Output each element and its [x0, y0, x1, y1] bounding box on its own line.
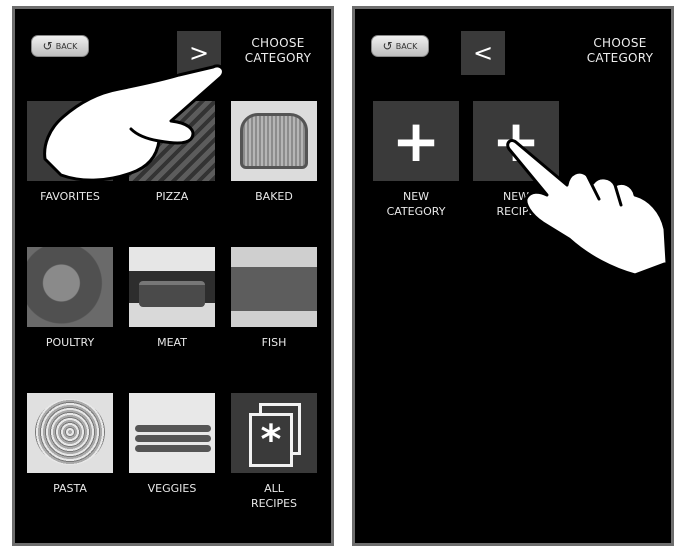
category-tile-fish[interactable]: FISH [231, 247, 317, 350]
category-label: FAVORITES [40, 190, 100, 203]
pasta-photo [27, 393, 113, 473]
category-tile-veggies[interactable]: VEGGIES [129, 393, 215, 496]
category-tile-meat[interactable]: MEAT [129, 247, 215, 350]
category-tile-favorites[interactable]: FAVORITES [27, 101, 113, 204]
new-recipe-tile[interactable]: + NEW RECIPE [473, 101, 559, 219]
category-label: PIZZA [155, 190, 189, 203]
back-button-label: BACK [55, 41, 78, 51]
left-phone-screen: ↺ BACK > CHOOSE CATEGORY FAVORITES PIZZA… [12, 6, 334, 546]
bread-photo [231, 101, 317, 181]
category-label: VEGGIES [147, 482, 197, 495]
plus-icon: + [373, 101, 459, 181]
new-category-label: NEW CATEGORY [386, 190, 446, 218]
meat-photo [129, 247, 215, 327]
category-tile-all-recipes[interactable]: * ALL RECIPES [231, 393, 317, 511]
category-label: PASTA [53, 482, 87, 495]
category-label: FISH [261, 336, 287, 349]
asparagus-photo [129, 393, 215, 473]
plus-glyph: + [491, 107, 541, 175]
favorites-photo [27, 101, 113, 181]
back-button-label: BACK [395, 41, 418, 51]
plus-glyph: + [391, 107, 441, 175]
category-tile-pizza[interactable]: PIZZA [129, 101, 215, 204]
back-button[interactable]: ↺ BACK [31, 35, 89, 57]
new-recipe-label: NEW RECIPE [496, 190, 536, 218]
fish-photo [231, 247, 317, 327]
plus-icon: + [473, 101, 559, 181]
previous-arrow-button[interactable]: < [461, 31, 505, 75]
back-button[interactable]: ↺ BACK [371, 35, 429, 57]
category-tile-poultry[interactable]: POULTRY [27, 247, 113, 350]
circular-arrow-icon: ↺ [42, 39, 53, 53]
screen-title: CHOOSE CATEGORY [586, 36, 654, 65]
category-tile-pasta[interactable]: PASTA [27, 393, 113, 496]
category-label: MEAT [157, 336, 187, 349]
asterisk-icon: * [249, 413, 293, 467]
new-category-tile[interactable]: + NEW CATEGORY [373, 101, 459, 219]
pizza-photo [129, 101, 215, 181]
right-phone-screen: ↺ BACK < CHOOSE CATEGORY + NEW CATEGORY … [352, 6, 674, 546]
screen-title: CHOOSE CATEGORY [244, 36, 312, 65]
next-arrow-button[interactable]: > [177, 31, 221, 75]
category-label: POULTRY [45, 336, 95, 349]
category-label: BAKED [255, 190, 293, 203]
category-label: ALL RECIPES [250, 482, 298, 510]
circular-arrow-icon: ↺ [382, 39, 393, 53]
poultry-photo [27, 247, 113, 327]
category-tile-baked[interactable]: BAKED [231, 101, 317, 204]
asterisk-cards-icon: * [231, 393, 317, 473]
